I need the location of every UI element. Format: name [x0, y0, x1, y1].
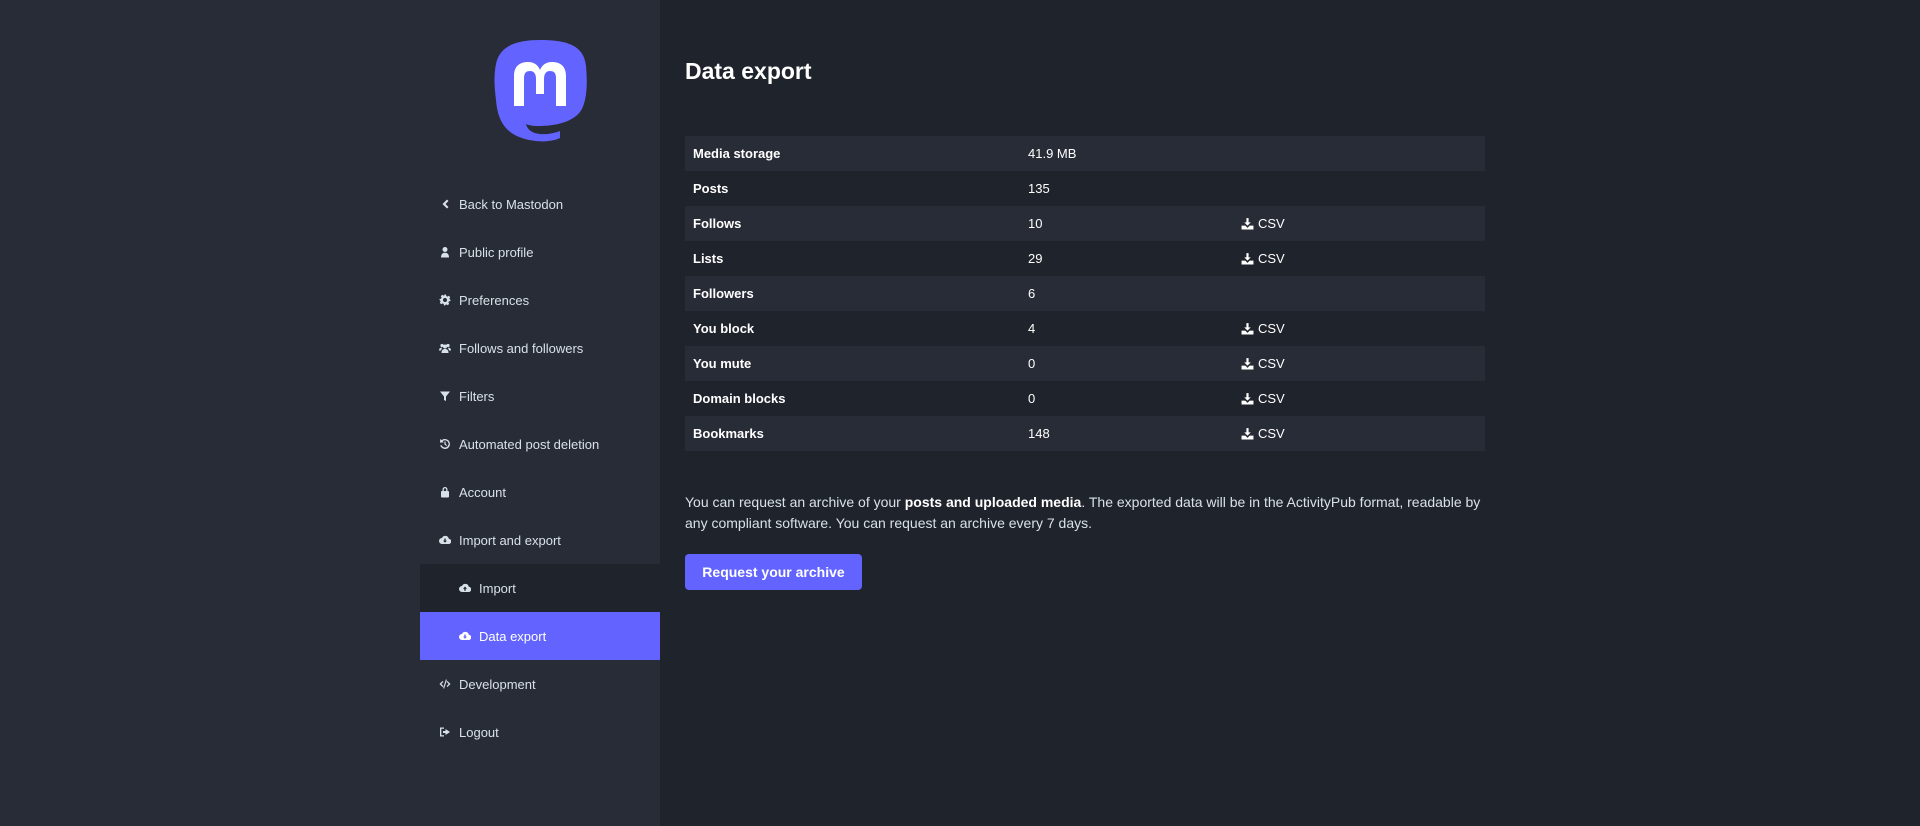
csv-download-link[interactable]: CSV — [1241, 356, 1285, 371]
row-label: Media storage — [693, 146, 781, 161]
csv-download-link[interactable]: CSV — [1241, 426, 1285, 441]
csv-download-link[interactable]: CSV — [1241, 321, 1285, 336]
sidebar-item-label: Public profile — [459, 244, 534, 260]
table-row: Posts 135 — [685, 171, 1485, 206]
sidebar-item-automated-post-deletion[interactable]: Automated post deletion — [420, 420, 660, 468]
sidebar-item-account[interactable]: Account — [420, 468, 660, 516]
page-title: Data export — [685, 58, 812, 84]
row-value: 10 — [1028, 216, 1043, 231]
cloud-upload-icon — [458, 582, 471, 595]
sidebar-item-label: Back to Mastodon — [459, 196, 564, 212]
table-row: Lists 29 CSV — [685, 241, 1485, 276]
table-row: Domain blocks 0 CSV — [685, 381, 1485, 416]
sidebar-item-back-to-mastodon[interactable]: Back to Mastodon — [420, 180, 660, 228]
sidebar-item-label: Follows and followers — [459, 340, 584, 356]
sidebar-item-label: Filters — [459, 388, 495, 404]
row-label: You mute — [693, 356, 752, 371]
csv-download-link[interactable]: CSV — [1241, 391, 1285, 406]
table-row: Follows 10 CSV — [685, 206, 1485, 241]
download-icon — [1241, 393, 1254, 405]
download-icon — [1241, 358, 1254, 370]
csv-download-link[interactable]: CSV — [1241, 251, 1285, 266]
sidebar-item-import[interactable]: Import — [420, 564, 660, 612]
sidebar-item-preferences[interactable]: Preferences — [420, 276, 660, 324]
row-value: 0 — [1028, 356, 1036, 371]
cloud-download-icon — [438, 534, 451, 547]
row-label: Bookmarks — [693, 426, 764, 441]
sidebar-item-public-profile[interactable]: Public profile — [420, 228, 660, 276]
download-icon — [1241, 428, 1254, 440]
row-value: 135 — [1028, 181, 1050, 196]
sidebar-item-data-export[interactable]: Data export — [420, 612, 660, 660]
table-row: Media storage 41.9 MB — [685, 136, 1485, 171]
request-archive-button[interactable]: Request your archive — [685, 554, 862, 590]
row-value: 0 — [1028, 391, 1036, 406]
row-label: Lists — [693, 251, 724, 266]
row-value: 4 — [1028, 321, 1036, 336]
sidebar-item-label: Preferences — [459, 292, 530, 308]
cloud-download-icon — [458, 630, 471, 643]
sidebar-item-follows-and-followers[interactable]: Follows and followers — [420, 324, 660, 372]
sidebar-item-filters[interactable]: Filters — [420, 372, 660, 420]
sidebar-item-label: Logout — [459, 724, 499, 740]
table-row: Bookmarks 148 CSV — [685, 416, 1485, 451]
sidebar-item-label: Development — [459, 676, 536, 692]
csv-label: CSV — [1258, 391, 1285, 406]
export-table: Media storage 41.9 MB Posts 135 Follows … — [685, 136, 1485, 451]
sign-out-icon — [438, 726, 451, 739]
csv-label: CSV — [1258, 251, 1285, 266]
table-row: You block 4 CSV — [685, 311, 1485, 346]
table-row: You mute 0 CSV — [685, 346, 1485, 381]
csv-label: CSV — [1258, 356, 1285, 371]
csv-label: CSV — [1258, 321, 1285, 336]
code-icon — [438, 678, 451, 691]
csv-label: CSV — [1258, 216, 1285, 231]
download-icon — [1241, 253, 1254, 265]
download-icon — [1241, 218, 1254, 230]
row-label: Posts — [693, 181, 729, 196]
gear-icon — [438, 294, 451, 307]
user-icon — [438, 246, 451, 259]
users-icon — [438, 342, 451, 355]
filter-icon — [438, 390, 451, 403]
sidebar-item-label: Account — [459, 484, 506, 500]
sidebar-item-label: Import — [479, 580, 516, 596]
row-value: 148 — [1028, 426, 1050, 441]
sidebar-item-label: Automated post deletion — [459, 436, 600, 452]
mastodon-logo[interactable] — [492, 38, 588, 142]
sidebar-item-label: Data export — [479, 628, 547, 644]
row-label: Followers — [693, 286, 754, 301]
sidebar-nav: Back to Mastodon Public profile Preferen… — [420, 180, 660, 756]
sidebar-item-import-and-export[interactable]: Import and export — [420, 516, 660, 564]
row-value: 41.9 MB — [1028, 146, 1077, 161]
csv-download-link[interactable]: CSV — [1241, 216, 1285, 231]
sidebar: Back to Mastodon Public profile Preferen… — [420, 0, 660, 826]
sidebar-item-logout[interactable]: Logout — [420, 708, 660, 756]
download-icon — [1241, 323, 1254, 335]
chevron-left-icon — [438, 198, 451, 211]
row-label: Follows — [693, 216, 742, 231]
sidebar-item-label: Import and export — [459, 532, 561, 548]
archive-hint-text: You can request an archive of your posts… — [685, 492, 1485, 534]
hint-text-before: You can request an archive of your — [685, 494, 905, 510]
hint-text-strong: posts and uploaded media — [904, 494, 1082, 510]
row-label: Domain blocks — [693, 391, 786, 406]
table-row: Followers 6 — [685, 276, 1485, 311]
lock-icon — [438, 486, 451, 499]
sidebar-item-development[interactable]: Development — [420, 660, 660, 708]
row-label: You block — [693, 321, 755, 336]
row-value: 29 — [1028, 251, 1043, 266]
history-icon — [438, 438, 451, 451]
csv-label: CSV — [1258, 426, 1285, 441]
row-value: 6 — [1028, 286, 1036, 301]
